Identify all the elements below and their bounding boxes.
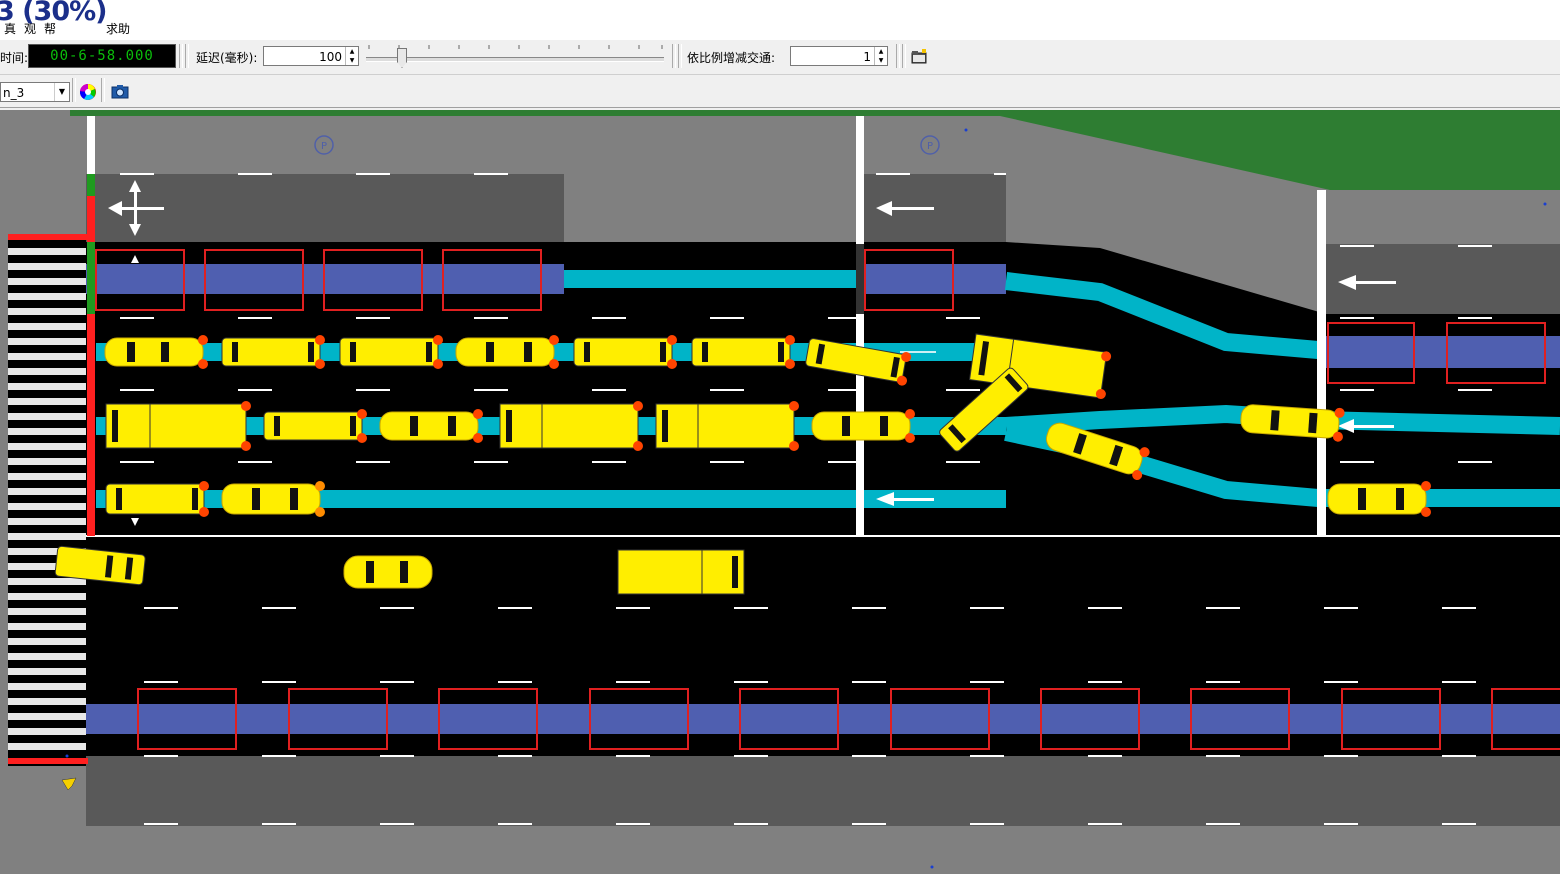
bus-lane bbox=[86, 704, 1560, 734]
layer-select-value: n_3 bbox=[3, 86, 25, 100]
menu-item-1[interactable]: 真 bbox=[4, 20, 16, 37]
folder-icon[interactable] bbox=[908, 46, 930, 68]
scale-traffic-spinner[interactable]: 1 ▲ ▼ bbox=[790, 46, 888, 66]
turn-lane-area bbox=[1326, 244, 1560, 314]
parking-sign-label: P bbox=[927, 141, 933, 152]
toolbar-separator bbox=[185, 44, 189, 68]
menu-item-2[interactable]: 观 bbox=[24, 20, 36, 37]
toolbar-separator bbox=[179, 44, 183, 68]
road-network: P P bbox=[0, 110, 1560, 874]
slider-ticks bbox=[368, 45, 663, 49]
slider-track bbox=[366, 57, 664, 62]
toolbar-separator bbox=[902, 44, 906, 68]
toolbar-separator bbox=[672, 44, 676, 68]
delay-slider[interactable] bbox=[366, 45, 664, 70]
slider-thumb[interactable] bbox=[397, 48, 407, 68]
delay-value: 100 bbox=[319, 50, 342, 64]
toolbar-separator bbox=[678, 44, 682, 68]
toolbar-separator bbox=[72, 78, 76, 102]
toolbar-separator bbox=[896, 44, 900, 68]
marker-dot bbox=[1543, 202, 1547, 206]
simulation-toolbar: 时间: 00-6-58.000 延迟(毫秒): 100 ▲ ▼ 依比例增减交通: … bbox=[0, 40, 1560, 75]
layer-select[interactable]: n_3 ▼ bbox=[0, 82, 70, 102]
menu-item-3[interactable]: 帮 bbox=[44, 20, 56, 37]
scale-traffic-value: 1 bbox=[863, 50, 871, 64]
color-wheel-icon[interactable] bbox=[77, 81, 99, 103]
simulation-clock: 00-6-58.000 bbox=[28, 44, 176, 68]
marker-dot bbox=[65, 754, 69, 758]
spinner-arrows-icon[interactable]: ▲ ▼ bbox=[345, 47, 358, 65]
crosswalk-signal bbox=[8, 758, 88, 764]
bus-lane bbox=[1326, 336, 1560, 368]
marker-dot bbox=[964, 128, 968, 132]
menu-bar: 3 (30%) 真 观 帮 求助 bbox=[0, 0, 1560, 41]
delay-label: 延迟(毫秒): bbox=[196, 51, 258, 65]
signal-green bbox=[87, 242, 95, 314]
simulation-canvas[interactable]: P P bbox=[0, 110, 1560, 874]
marker-dot bbox=[930, 865, 934, 869]
signal-green bbox=[87, 174, 95, 196]
stop-line bbox=[856, 116, 864, 536]
stop-line-shadow bbox=[856, 244, 864, 314]
delay-spinner[interactable]: 100 ▲ ▼ bbox=[263, 46, 359, 66]
scale-traffic-label: 依比例增减交通: bbox=[687, 51, 776, 65]
spinner-arrows-icon[interactable]: ▲ ▼ bbox=[874, 47, 887, 65]
crosswalk-signal bbox=[8, 234, 88, 240]
time-label: 时间: bbox=[0, 51, 29, 65]
toolbar-separator bbox=[101, 78, 105, 102]
dropdown-arrow-icon[interactable]: ▼ bbox=[54, 83, 69, 101]
layer-toolbar: n_3 ▼ bbox=[0, 75, 1560, 108]
menu-item-help[interactable]: 求助 bbox=[106, 20, 130, 37]
signal-red bbox=[87, 314, 95, 536]
bus-lane bbox=[864, 264, 1006, 294]
camera-icon[interactable] bbox=[109, 81, 131, 103]
stop-line bbox=[1317, 190, 1326, 536]
road-shoulder bbox=[86, 756, 1560, 826]
parking-sign-label: P bbox=[321, 141, 327, 152]
signal-red bbox=[87, 196, 95, 242]
